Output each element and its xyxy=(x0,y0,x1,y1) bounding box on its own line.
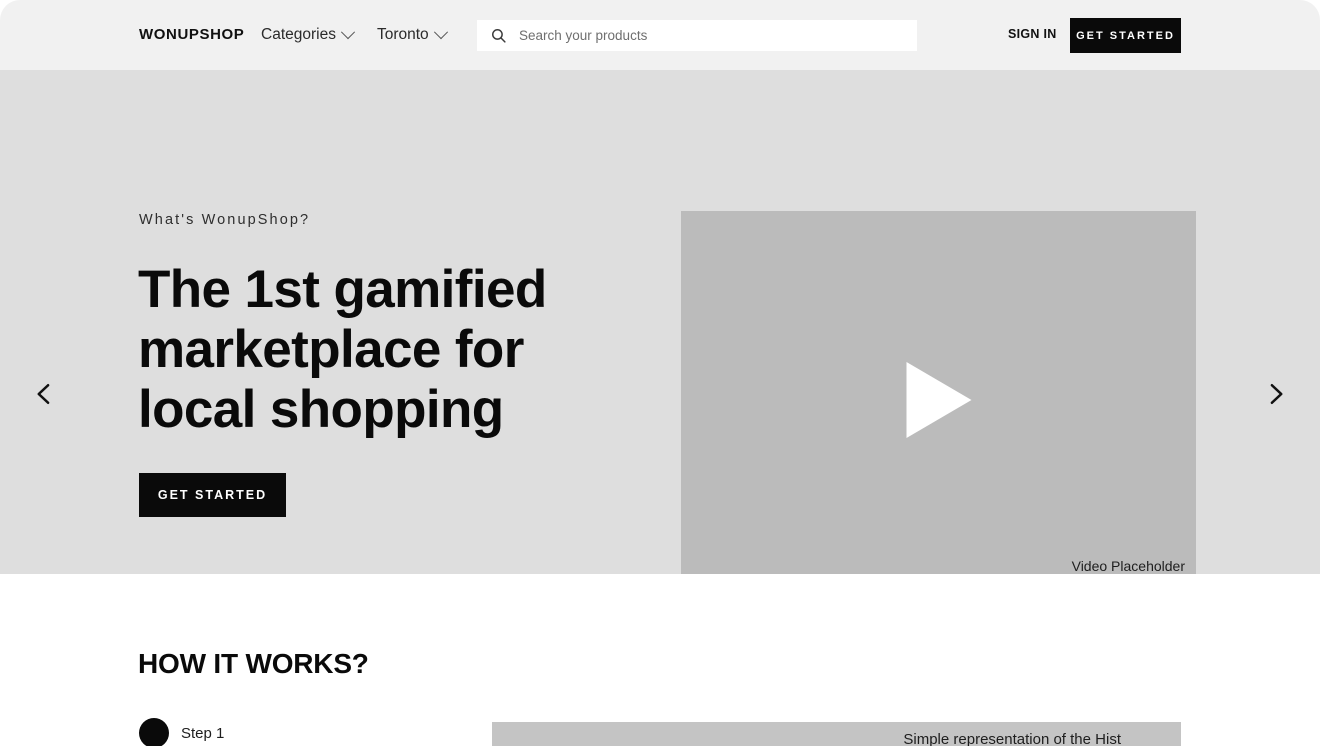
header-get-started-button[interactable]: GET STARTED xyxy=(1070,18,1181,53)
step-bullet-icon xyxy=(139,718,169,746)
step-list-item-1[interactable]: Step 1 xyxy=(139,718,224,746)
chevron-down-icon xyxy=(340,25,356,40)
step-label: Step 1 xyxy=(181,724,225,742)
hero-video-placeholder[interactable]: Video Placeholder xyxy=(681,211,1196,588)
hero-carousel: What's WonupShop? The 1st gamified marke… xyxy=(0,70,1320,628)
primary-nav: Categories Toronto xyxy=(261,25,448,45)
video-placeholder-label: Video Placeholder xyxy=(1071,558,1185,574)
chevron-left-icon[interactable] xyxy=(30,380,58,408)
hero-headline: The 1st gamified marketplace for local s… xyxy=(138,260,547,439)
brand-logo[interactable]: WONUPSHOP xyxy=(139,26,244,43)
play-icon[interactable] xyxy=(906,361,971,438)
search-bar[interactable] xyxy=(477,20,917,51)
site-header: WONUPSHOP Categories Toronto SIGN IN GET… xyxy=(0,0,1320,70)
how-it-works-section: HOW IT WORKS? Step 1 Simple representati… xyxy=(0,574,1320,746)
search-icon xyxy=(492,29,506,43)
page-root: WONUPSHOP Categories Toronto SIGN IN GET… xyxy=(0,0,1320,746)
nav-item-categories-label: Categories xyxy=(261,26,336,43)
chevron-right-icon[interactable] xyxy=(1262,380,1290,408)
how-it-works-title: HOW IT WORKS? xyxy=(138,648,369,679)
how-it-works-panel-text: Simple representation of the Hist xyxy=(903,731,1121,746)
how-it-works-panel: Simple representation of the Hist xyxy=(492,722,1181,746)
sign-in-link[interactable]: SIGN IN xyxy=(1008,27,1057,41)
search-input[interactable] xyxy=(519,25,899,46)
chevron-down-icon xyxy=(433,25,448,40)
hero-get-started-button[interactable]: GET STARTED xyxy=(139,473,286,517)
nav-item-categories[interactable]: Categories xyxy=(261,25,356,45)
hero-eyebrow: What's WonupShop? xyxy=(139,212,311,228)
nav-item-toronto[interactable]: Toronto xyxy=(376,25,448,45)
nav-item-toronto-label: Toronto xyxy=(376,26,429,43)
